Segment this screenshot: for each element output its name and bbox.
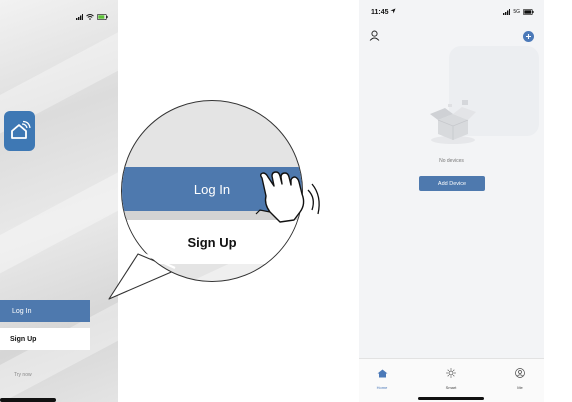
sun-icon (446, 368, 456, 378)
tab-me[interactable]: Me (505, 365, 535, 390)
light-beam (0, 150, 118, 284)
time-text: 11:45 (371, 9, 389, 16)
tab-bar: Home Smart Me (359, 358, 544, 402)
tab-label: Home (376, 385, 388, 390)
login-button[interactable]: Log In (0, 300, 90, 322)
network-label: 5G (513, 9, 520, 15)
tab-smart[interactable]: Smart (436, 365, 466, 390)
home-indicator (0, 398, 56, 402)
user-profile-icon[interactable] (369, 30, 380, 41)
app-logo (4, 111, 35, 151)
tab-home[interactable]: Home (367, 365, 397, 390)
hand-pointer-icon (255, 171, 320, 223)
right-phone-screen: 11:45 5G No devices Add Device Home Smar… (359, 0, 544, 402)
status-time: 11:45 (371, 8, 396, 16)
add-device-plus-button[interactable] (523, 31, 534, 42)
home-icon (377, 369, 387, 378)
status-bar: 5G (503, 9, 534, 15)
signal-icon (503, 9, 511, 15)
try-now-link[interactable]: Try now (14, 372, 32, 378)
plus-icon (526, 34, 531, 39)
magnified-signup-button[interactable]: Sign Up (122, 220, 302, 264)
signal-icon (76, 14, 83, 20)
wifi-icon (86, 14, 94, 20)
tab-label: Me (517, 385, 523, 390)
user-icon (515, 368, 525, 378)
home-indicator (418, 397, 484, 400)
empty-box-icon (430, 100, 476, 144)
location-arrow-icon (390, 8, 396, 14)
left-phone-screen: Log In Sign Up Try now (0, 0, 118, 402)
empty-state-text: No devices (439, 158, 464, 164)
add-device-button[interactable]: Add Device (419, 176, 485, 191)
signup-button[interactable]: Sign Up (0, 328, 90, 350)
status-bar (76, 14, 108, 20)
battery-icon (523, 9, 534, 15)
home-wifi-icon (10, 120, 31, 139)
tab-label: Smart (445, 385, 457, 390)
battery-icon (97, 14, 108, 20)
